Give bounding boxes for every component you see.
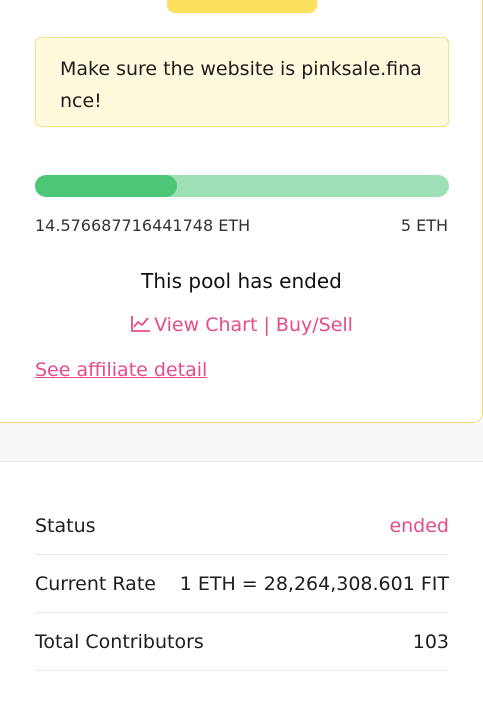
total-contributors-label: Total Contributors bbox=[35, 630, 204, 653]
warning-notice: Make sure the website is pinksale.financ… bbox=[35, 37, 449, 127]
info-row-total-contributors: Total Contributors 103 bbox=[35, 613, 449, 671]
pool-status-message: This pool has ended bbox=[141, 269, 342, 293]
status-label: Status bbox=[35, 514, 96, 537]
view-chart-link[interactable]: View Chart bbox=[130, 314, 263, 336]
progress-bar bbox=[35, 175, 449, 197]
total-contributors-value: 103 bbox=[412, 630, 449, 653]
current-rate-label: Current Rate bbox=[35, 572, 156, 595]
affiliate-detail-link[interactable]: See affiliate detail bbox=[35, 359, 207, 381]
card-top-tab bbox=[167, 0, 317, 13]
pool-card: Make sure the website is pinksale.financ… bbox=[0, 0, 483, 423]
view-chart-label: View Chart bbox=[154, 314, 258, 336]
info-row-status: Status ended bbox=[35, 497, 449, 555]
section-divider bbox=[0, 423, 483, 462]
current-rate-value: 1 ETH = 28,264,308.601 FIT bbox=[179, 572, 449, 595]
status-value: ended bbox=[389, 514, 449, 537]
line-chart-icon bbox=[131, 316, 151, 332]
buy-sell-link[interactable]: Buy/Sell bbox=[276, 314, 353, 336]
cap-amount: 5 ETH bbox=[400, 216, 448, 235]
progress-fill bbox=[35, 175, 177, 197]
raised-amount: 14.576687716441748 ETH bbox=[35, 216, 251, 235]
pool-info-list: Status ended Current Rate 1 ETH = 28,264… bbox=[35, 497, 449, 671]
link-separator: | bbox=[263, 314, 270, 336]
info-row-current-rate: Current Rate 1 ETH = 28,264,308.601 FIT bbox=[35, 555, 449, 613]
chart-links: View Chart | Buy/Sell bbox=[0, 314, 483, 336]
notice-text: Make sure the website is pinksale.financ… bbox=[60, 58, 422, 112]
